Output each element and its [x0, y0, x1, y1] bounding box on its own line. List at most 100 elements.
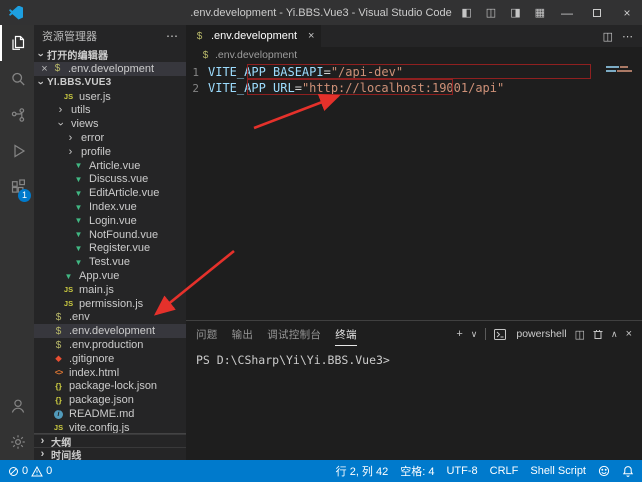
- open-editor-item[interactable]: ×$.env.development: [34, 62, 186, 76]
- tree-item-label: profile: [81, 146, 111, 158]
- tree-item-env-development[interactable]: $.env.development: [34, 324, 186, 338]
- open-editors-header[interactable]: › 打开的编辑器: [34, 47, 186, 62]
- tree-item-label: error: [81, 132, 104, 144]
- bottom-panel: 问题输出调试控制台终端 + ∨ powershell ◫ ∧: [186, 320, 642, 460]
- tree-item-readme-md[interactable]: iREADME.md: [34, 407, 186, 421]
- activity-search[interactable]: [0, 61, 34, 97]
- cursor-position[interactable]: 行 2, 列 42: [336, 463, 389, 479]
- encoding[interactable]: UTF-8: [446, 465, 477, 477]
- tree-item-login-vue[interactable]: ▼Login.vue: [34, 214, 186, 228]
- activity-run-debug[interactable]: [0, 133, 34, 169]
- tree-item-env[interactable]: $ .env: [34, 311, 186, 325]
- maximize-button[interactable]: [582, 0, 612, 25]
- shell-file-icon: $: [52, 312, 65, 323]
- tree-item-index-html[interactable]: <>index.html: [34, 366, 186, 380]
- panel-tab-3[interactable]: 终端: [335, 322, 357, 346]
- files-icon: [9, 34, 27, 52]
- more-actions-icon[interactable]: ⋯: [622, 30, 633, 43]
- notifications-bell-icon[interactable]: [622, 465, 634, 477]
- terminal-dropdown-icon[interactable]: ∨: [471, 329, 478, 340]
- tree-item-main-js[interactable]: JS main.js: [34, 283, 186, 297]
- activity-explorer[interactable]: [0, 25, 34, 61]
- tree-item-vite-config-js[interactable]: JSvite.config.js: [34, 421, 186, 433]
- tree-item-package-lock-json[interactable]: {}package-lock.json: [34, 380, 186, 394]
- tree-item-test-vue[interactable]: ▼Test.vue: [34, 255, 186, 269]
- editor-area: $.env.development× ◫ ⋯ $ .env.developmen…: [186, 25, 642, 460]
- maximize-panel-icon[interactable]: ∧: [611, 329, 618, 340]
- activity-accounts[interactable]: [0, 388, 34, 424]
- line-number: 1: [186, 66, 208, 79]
- panel-tab-1[interactable]: 输出: [232, 322, 254, 346]
- activity-source-control[interactable]: [0, 97, 34, 133]
- tab-close-icon[interactable]: ×: [308, 30, 314, 42]
- status-bar: 0 0 行 2, 列 42 空格: 4 UTF-8 CRLF Shell Scr…: [0, 460, 642, 482]
- new-terminal-icon[interactable]: +: [456, 328, 462, 340]
- js-file-icon: JS: [62, 285, 75, 294]
- toggle-secondary-sidebar-icon[interactable]: ◨: [503, 6, 527, 19]
- tree-item-article-vue[interactable]: ▼Article.vue: [34, 159, 186, 173]
- project-header[interactable]: › YI.BBS.VUE3: [34, 76, 186, 90]
- tree-item-editarticle-vue[interactable]: ▼EditArticle.vue: [34, 186, 186, 200]
- tree-item-index-vue[interactable]: ▼Index.vue: [34, 200, 186, 214]
- tree-item-env-production[interactable]: $.env.production: [34, 338, 186, 352]
- code-line[interactable]: 1VITE_APP_BASEAPI="/api-dev": [186, 64, 642, 80]
- breadcrumb[interactable]: $ .env.development: [186, 47, 642, 63]
- minimap-line: [606, 66, 632, 68]
- tree-item-label: main.js: [79, 284, 114, 296]
- activity-settings[interactable]: [0, 424, 34, 460]
- tree-item-permission-js[interactable]: JSpermission.js: [34, 297, 186, 311]
- panel-tab-0[interactable]: 问题: [196, 322, 218, 346]
- minimap[interactable]: [606, 66, 632, 72]
- code-line[interactable]: 2VITE_APP_URL="http://localhost:19001/ap…: [186, 80, 642, 96]
- tree-item-label: .env.development: [69, 325, 155, 337]
- chevron-right-icon: ›: [54, 104, 67, 116]
- close-panel-icon[interactable]: ×: [626, 328, 632, 340]
- tree-item-profile[interactable]: ›profile: [34, 145, 186, 159]
- tree-item-label: .env: [69, 311, 90, 323]
- more-actions-icon[interactable]: ⋯: [166, 29, 178, 43]
- vue-file-icon: ▼: [72, 203, 85, 212]
- git-file-icon: ◆: [52, 353, 65, 364]
- code-token: "/api-dev": [331, 65, 403, 79]
- customize-layout-icon[interactable]: ▦: [528, 6, 552, 19]
- indentation[interactable]: 空格: 4: [400, 463, 434, 479]
- activity-spacer: [0, 205, 34, 388]
- close-icon[interactable]: ×: [38, 63, 51, 75]
- tree-item-register-vue[interactable]: ▼Register.vue: [34, 242, 186, 256]
- split-editor-icon[interactable]: ◫: [603, 30, 613, 43]
- sidebar-section-1[interactable]: ›时间线: [34, 447, 186, 460]
- sidebar-section-0[interactable]: ›大纲: [34, 434, 186, 447]
- tree-item-app-vue[interactable]: ▼App.vue: [34, 269, 186, 283]
- toggle-panel-icon[interactable]: ◫: [479, 6, 503, 19]
- main-area: 1 资源管理器 ⋯ › 打开的编辑器: [0, 25, 642, 460]
- shell-file-icon: $: [51, 63, 64, 74]
- code-editor[interactable]: 1VITE_APP_BASEAPI="/api-dev"2VITE_APP_UR…: [186, 63, 642, 320]
- tree-item-error[interactable]: ›error: [34, 131, 186, 145]
- open-editors-label: 打开的编辑器: [47, 47, 108, 62]
- tree-item-views[interactable]: ›views: [34, 117, 186, 131]
- tree-item-label: .gitignore: [69, 353, 114, 365]
- trash-icon[interactable]: [593, 329, 603, 340]
- tree-item-notfound-vue[interactable]: ▼NotFound.vue: [34, 228, 186, 242]
- activity-extensions[interactable]: 1: [0, 169, 34, 205]
- tree-item-gitignore[interactable]: ◆ .gitignore: [34, 352, 186, 366]
- shell-name[interactable]: powershell: [516, 328, 566, 340]
- feedback-smiley-icon[interactable]: [598, 465, 610, 477]
- minimize-button[interactable]: —: [552, 0, 582, 25]
- breadcrumb-item[interactable]: .env.development: [215, 49, 297, 61]
- tree-item-discuss-vue[interactable]: ▼Discuss.vue: [34, 173, 186, 187]
- terminal-output[interactable]: PS D:\CSharp\Yi\Yi.BBS.Vue3>: [186, 347, 642, 460]
- language-mode[interactable]: Shell Script: [530, 465, 586, 477]
- toggle-sidebar-icon[interactable]: ◧: [454, 6, 478, 19]
- tree-item-package-json[interactable]: {}package.json: [34, 393, 186, 407]
- close-button[interactable]: ×: [612, 0, 642, 25]
- tree-item-user-js[interactable]: JSuser.js: [34, 90, 186, 104]
- tree-item-label: App.vue: [79, 270, 119, 282]
- panel-tab-2[interactable]: 调试控制台: [267, 322, 321, 346]
- problems-status[interactable]: 0 0: [8, 465, 52, 477]
- tree-item-utils[interactable]: ›utils: [34, 104, 186, 118]
- tree-item-label: .env.production: [69, 339, 143, 351]
- editor-tab-env-development[interactable]: $.env.development×: [186, 25, 321, 47]
- split-terminal-icon[interactable]: ◫: [575, 328, 585, 341]
- eol-sequence[interactable]: CRLF: [490, 465, 519, 477]
